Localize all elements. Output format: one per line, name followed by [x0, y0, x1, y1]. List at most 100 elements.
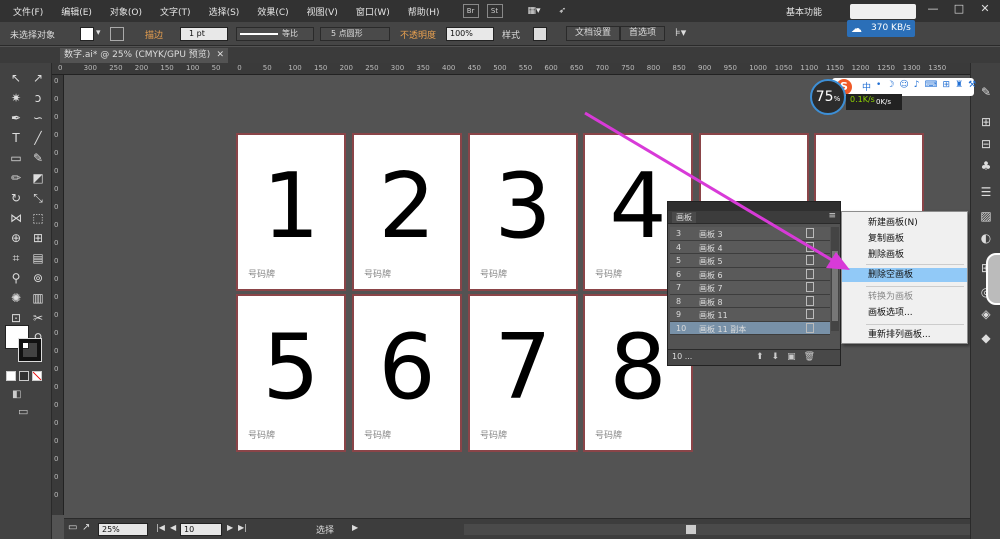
zoom-field[interactable]: 25%	[98, 523, 148, 536]
blend-tool-icon[interactable]: ⊚	[28, 269, 48, 287]
artboard-options-icon[interactable]	[806, 228, 814, 238]
bridge-button[interactable]: Br	[462, 4, 479, 18]
artboard-options-icon[interactable]	[806, 255, 814, 265]
stroke-weight-field[interactable]: 1 pt	[180, 27, 228, 41]
gpu-rocket-icon[interactable]: ➶	[550, 6, 576, 16]
eyedropper-tool-icon[interactable]: ⚲	[6, 269, 26, 287]
workspace-switcher[interactable]: 基本功能	[786, 5, 822, 18]
share-icon[interactable]: ↗	[82, 522, 90, 533]
arrange-documents-icon[interactable]: ▦▾	[519, 6, 550, 16]
menu-object[interactable]: 对象(O)	[101, 5, 151, 18]
delete-artboard-icon[interactable]: 🗑	[804, 352, 815, 362]
artboard-list-scrollbar[interactable]	[831, 227, 839, 331]
prev-artboard-icon[interactable]: ◀	[170, 523, 176, 532]
status-expand-icon[interactable]: ▶	[352, 523, 358, 532]
mic-icon[interactable]: ♪	[914, 80, 920, 93]
artboard[interactable]: 3 号码牌	[468, 133, 578, 291]
draw-mode-icon[interactable]: ◧	[12, 389, 21, 400]
none-mode-icon[interactable]	[32, 371, 42, 381]
emoji-icon[interactable]: ☺	[899, 80, 908, 93]
list-item[interactable]: 9 画板 11	[670, 308, 830, 322]
screen-mode-icon[interactable]: ▭	[18, 405, 28, 418]
artboard[interactable]: 5 号码牌	[236, 294, 346, 452]
performance-meter[interactable]: 75%	[810, 79, 846, 115]
move-down-icon[interactable]: ⬇	[772, 352, 780, 362]
artboard-options-icon[interactable]	[806, 322, 814, 333]
menu-effect[interactable]: 效果(C)	[248, 5, 297, 18]
column-graph-tool-icon[interactable]: ▥	[28, 289, 48, 307]
selection-tool-icon[interactable]: ↖	[6, 69, 26, 87]
swatches-icon[interactable]: ⊟	[979, 137, 993, 151]
list-item[interactable]: 7 画板 7	[670, 281, 830, 295]
menu-item[interactable]: 删除空画板	[842, 268, 967, 282]
artboard[interactable]: 6 号码牌	[352, 294, 462, 452]
slice-tool-icon[interactable]: ✂	[28, 309, 48, 327]
document-setup-button[interactable]: 文档设置	[566, 26, 621, 41]
artboards-panel-tab[interactable]: 画板	[672, 212, 696, 223]
symbols-icon[interactable]: ♣	[979, 159, 993, 173]
rotate-tool-icon[interactable]: ↻	[6, 189, 26, 207]
menu-select[interactable]: 选择(S)	[200, 5, 249, 18]
next-artboard-icon[interactable]: ▶	[227, 523, 233, 532]
punctuation-icon[interactable]: •	[876, 80, 881, 93]
new-artboard-icon[interactable]: ▣	[787, 352, 796, 362]
vertical-ruler[interactable]: 0 0 0 0 0 0 0 0 0 0 0 0 0 0 0 0 0 0 0 0 0 0 0 0	[52, 75, 64, 515]
tab-close-icon[interactable]: ✕	[216, 48, 224, 63]
stroke-label[interactable]: 描边	[145, 28, 163, 41]
menu-help[interactable]: 帮助(H)	[399, 5, 449, 18]
panel-menu-icon[interactable]: ≡	[828, 211, 836, 221]
pen-tool-icon[interactable]: ✒	[6, 109, 26, 127]
rectangle-tool-icon[interactable]: ▭	[6, 149, 26, 167]
panel-grip[interactable]	[668, 202, 840, 211]
mesh-tool-icon[interactable]: ⌗	[6, 249, 26, 267]
list-item[interactable]: 4 画板 4	[670, 240, 830, 254]
stroke-color-box[interactable]	[18, 338, 42, 362]
list-item[interactable]: 8 画板 8	[670, 294, 830, 308]
search-input[interactable]	[850, 4, 916, 19]
menu-edit[interactable]: 编辑(E)	[52, 5, 101, 18]
paintbrush-tool-icon[interactable]: ✎	[28, 149, 48, 167]
lasso-tool-icon[interactable]: ↄ	[28, 89, 48, 107]
list-item[interactable]: 5 画板 5	[670, 254, 830, 268]
artboard-options-icon[interactable]	[806, 268, 814, 279]
color-mode-icon[interactable]	[6, 371, 16, 381]
pencil-tool-icon[interactable]: ✏	[6, 169, 26, 187]
symbol-sprayer-tool-icon[interactable]: ✺	[6, 289, 26, 307]
brush-select[interactable]: 5 点圆形	[320, 27, 390, 41]
menu-window[interactable]: 窗口(W)	[347, 5, 399, 18]
align-icon[interactable]: ◈	[979, 307, 993, 321]
direct-selection-tool-icon[interactable]: ↗	[28, 69, 48, 87]
layers-icon[interactable]: ⊞	[979, 115, 993, 129]
artboard-options-icon[interactable]	[806, 309, 814, 319]
gradient-icon[interactable]: ▨	[979, 209, 993, 223]
line-tool-icon[interactable]: ╱	[28, 129, 48, 147]
horizontal-ruler[interactable]: 0 300 250 200 150 100 50 0 50 100 150 200 250 300 350 4…	[52, 63, 970, 75]
width-tool-icon[interactable]: ⋈	[6, 209, 26, 227]
menu-file[interactable]: 文件(F)	[4, 5, 52, 18]
chevron-down-icon[interactable]: ▾	[96, 28, 101, 38]
layers-stack-icon[interactable]: ◆	[979, 331, 993, 345]
maximize-button[interactable]: □	[948, 2, 970, 18]
appearance-icon[interactable]: ◐	[979, 231, 993, 245]
menu-item[interactable]: 删除画板	[842, 248, 967, 262]
move-up-icon[interactable]: ⬆	[756, 352, 764, 362]
menu-item[interactable]: 画板选项...	[842, 306, 967, 320]
keyboard-icon[interactable]: ⌨	[925, 80, 938, 93]
magic-wand-tool-icon[interactable]: ✷	[6, 89, 26, 107]
moon-icon[interactable]: ☽	[886, 80, 894, 93]
chinese-mode-icon[interactable]: 中	[862, 80, 871, 93]
wrench-icon[interactable]: ⚒	[968, 80, 976, 93]
last-artboard-icon[interactable]: ▶|	[238, 523, 247, 532]
opacity-field[interactable]: 100%	[446, 27, 494, 41]
stroke-profile-select[interactable]: 等比	[236, 27, 314, 41]
artboard-navigator-field[interactable]: 10	[180, 523, 222, 536]
scale-tool-icon[interactable]: ⤡	[28, 189, 48, 207]
artboard[interactable]: 2 号码牌	[352, 133, 462, 291]
menu-item[interactable]: 重新排列画板...	[842, 328, 967, 342]
eraser-tool-icon[interactable]: ◩	[28, 169, 48, 187]
stroke-swatch[interactable]	[110, 27, 124, 41]
horizontal-scrollbar[interactable]	[464, 524, 970, 535]
graphic-style-swatch[interactable]	[533, 27, 547, 41]
artboard[interactable]: 1 号码牌	[236, 133, 346, 291]
menu-view[interactable]: 视图(V)	[298, 5, 347, 18]
